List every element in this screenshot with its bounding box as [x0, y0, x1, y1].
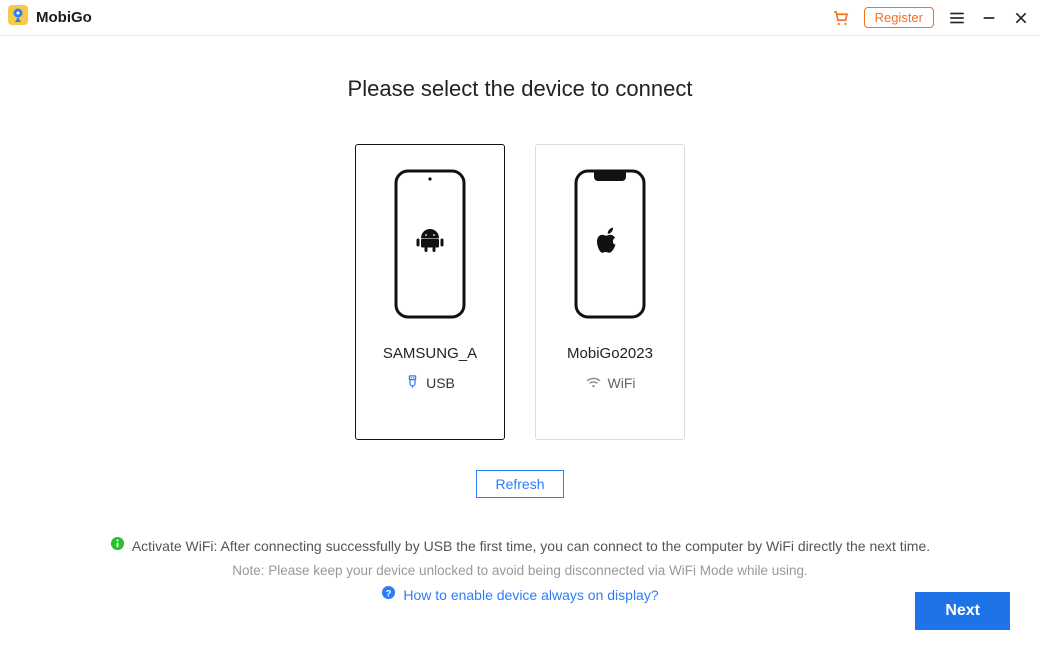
device-card-android[interactable]: SAMSUNG_A USB	[355, 144, 505, 440]
android-phone-icon	[394, 169, 466, 319]
help-link[interactable]: ? How to enable device always on display…	[110, 583, 930, 608]
note-text: Note: Please keep your device unlocked t…	[110, 559, 930, 583]
minimize-icon[interactable]	[980, 9, 998, 27]
connection-type-usb: USB	[405, 374, 455, 392]
connection-type-wifi: WiFi	[585, 374, 636, 392]
next-button[interactable]: Next	[915, 592, 1010, 630]
main-content: Please select the device to connect	[0, 36, 1040, 609]
titlebar: MobiGo Register	[0, 0, 1040, 36]
device-name: SAMSUNG_A	[383, 345, 477, 362]
usb-icon	[405, 374, 420, 392]
connection-label: WiFi	[608, 375, 636, 391]
device-card-ios[interactable]: MobiGo2023 WiFi	[535, 144, 685, 440]
close-icon[interactable]	[1012, 9, 1030, 27]
register-button[interactable]: Register	[864, 7, 934, 28]
refresh-button[interactable]: Refresh	[476, 470, 563, 498]
svg-text:?: ?	[386, 589, 392, 599]
app-title: MobiGo	[36, 9, 92, 26]
wifi-hint-line: Activate WiFi: After connecting successf…	[110, 534, 930, 559]
menu-icon[interactable]	[948, 9, 966, 27]
device-list: SAMSUNG_A USB	[355, 144, 685, 440]
iphone-icon	[574, 169, 646, 319]
help-icon: ?	[381, 583, 396, 608]
device-name: MobiGo2023	[567, 345, 653, 362]
connection-label: USB	[426, 375, 455, 391]
info-icon	[110, 534, 125, 559]
page-heading: Please select the device to connect	[348, 76, 693, 102]
wifi-icon	[585, 374, 602, 392]
wifi-hint-text: Activate WiFi: After connecting successf…	[132, 534, 930, 559]
help-link-text: How to enable device always on display?	[403, 583, 658, 608]
app-logo-icon	[6, 3, 30, 32]
hint-block: Activate WiFi: After connecting successf…	[110, 534, 930, 609]
cart-icon[interactable]	[832, 9, 850, 27]
titlebar-right: Register	[832, 7, 1030, 28]
titlebar-left: MobiGo	[6, 3, 92, 32]
